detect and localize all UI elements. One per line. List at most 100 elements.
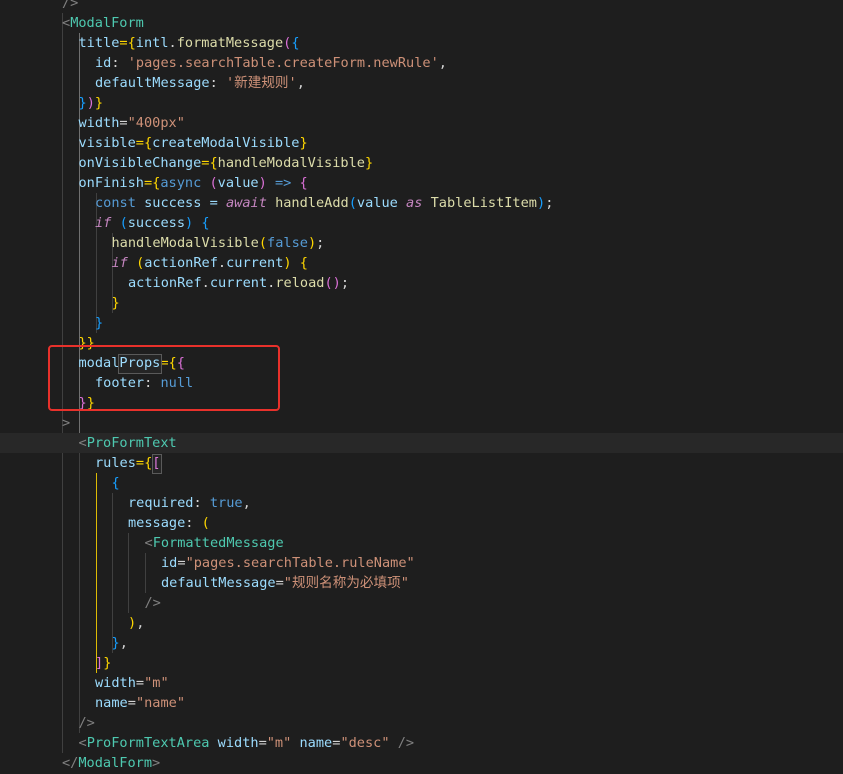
code-token: />: [62, 0, 79, 11]
code-token: }: [364, 155, 374, 171]
code-line[interactable]: ]}: [0, 653, 843, 673]
code-line[interactable]: defaultMessage: '新建规则',: [0, 73, 843, 93]
code-token: ={: [201, 155, 218, 171]
code-token: :: [185, 515, 202, 531]
code-line[interactable]: id="pages.searchTable.ruleName": [0, 553, 843, 573]
code-line[interactable]: width="m": [0, 673, 843, 693]
code-token: false: [267, 235, 308, 251]
code-token: name: [95, 695, 128, 711]
code-line[interactable]: onFinish={async (value) => {: [0, 173, 843, 193]
code-token: as: [406, 195, 423, 211]
code-line[interactable]: <ProFormText: [0, 433, 843, 453]
code-line[interactable]: />: [0, 0, 843, 13]
code-line[interactable]: />: [0, 713, 843, 733]
code-line[interactable]: required: true,: [0, 493, 843, 513]
code-line[interactable]: },: [0, 633, 843, 653]
code-token: ;: [316, 235, 325, 251]
code-token: handleModalVisible: [111, 235, 259, 251]
code-line[interactable]: if (success) {: [0, 213, 843, 233]
code-token: ={: [143, 175, 161, 191]
code-token: }: [78, 95, 87, 111]
code-line[interactable]: actionRef.current.reload();: [0, 273, 843, 293]
code-text: rules={[: [95, 453, 160, 473]
code-line[interactable]: visible={createModalVisible}: [0, 133, 843, 153]
code-token: ,: [242, 495, 251, 511]
code-token: TableListItem: [430, 195, 537, 211]
code-line[interactable]: rules={[: [0, 453, 843, 473]
code-token: .: [217, 255, 227, 271]
code-token: ={: [119, 35, 136, 51]
code-line[interactable]: }: [0, 293, 843, 313]
code-line[interactable]: defaultMessage="规则名称为必填项": [0, 573, 843, 593]
code-text: title={intl.formatMessage({: [79, 33, 300, 53]
code-line[interactable]: handleModalVisible(false);: [0, 233, 843, 253]
code-token: "400px": [127, 115, 185, 131]
code-line[interactable]: id: 'pages.searchTable.createForm.newRul…: [0, 53, 843, 73]
code-token: (: [119, 215, 128, 231]
code-line[interactable]: />: [0, 593, 843, 613]
code-line[interactable]: >: [0, 413, 843, 433]
code-token: onFinish: [78, 175, 144, 191]
code-text: id: 'pages.searchTable.createForm.newRul…: [95, 53, 447, 73]
code-token: id: [95, 55, 112, 71]
code-token: :: [193, 495, 210, 511]
code-token: (: [209, 175, 218, 191]
code-line[interactable]: message: (: [0, 513, 843, 533]
code-line[interactable]: <ProFormTextArea width="m" name="desc" /…: [0, 733, 843, 753]
code-text: ]}: [95, 653, 111, 673]
code-text: }: [112, 293, 120, 313]
code-token: defaultMessage: [161, 575, 276, 591]
code-line[interactable]: width="400px": [0, 113, 843, 133]
code-token: ={: [135, 455, 153, 471]
code-text: />: [145, 593, 161, 613]
code-line[interactable]: <FormattedMessage: [0, 533, 843, 553]
code-text: if (actionRef.current) {: [112, 253, 308, 273]
code-token: "m": [266, 735, 292, 751]
code-token: current: [226, 255, 284, 271]
code-token: "规则名称为必填项": [283, 575, 409, 591]
code-text: },: [112, 633, 128, 653]
code-text: >: [62, 413, 70, 433]
code-line[interactable]: onVisibleChange={handleModalVisible}: [0, 153, 843, 173]
code-token: value: [356, 195, 407, 211]
code-line[interactable]: </ModalForm>: [0, 753, 843, 773]
code-token: .: [168, 35, 177, 51]
code-token: ,: [438, 55, 447, 71]
code-token: width: [217, 735, 259, 751]
code-line[interactable]: title={intl.formatMessage({: [0, 33, 843, 53]
code-token: handleModalVisible: [217, 155, 365, 171]
code-line[interactable]: ),: [0, 613, 843, 633]
code-token: />: [397, 735, 415, 751]
code-token: true: [209, 495, 243, 511]
code-token: ,: [136, 615, 145, 631]
code-line[interactable]: const success = await handleAdd(value as…: [0, 193, 843, 213]
code-editor[interactable]: /> <ModalForm title={intl.formatMessage({i…: [0, 0, 843, 774]
code-token: width: [95, 675, 136, 691]
code-token: (: [258, 235, 268, 251]
code-token: ): [307, 235, 317, 251]
code-line[interactable]: })}: [0, 93, 843, 113]
code-token: ,: [296, 75, 305, 91]
code-line[interactable]: name="name": [0, 693, 843, 713]
code-token: {: [201, 215, 210, 231]
code-token: .: [201, 275, 210, 291]
code-token: name: [299, 735, 333, 751]
code-text: defaultMessage: '新建规则',: [95, 73, 305, 93]
code-line[interactable]: <ModalForm: [0, 13, 843, 33]
code-token: ): [128, 615, 137, 631]
code-token: '新建规则': [225, 75, 297, 91]
code-token: id: [161, 555, 178, 571]
code-line[interactable]: if (actionRef.current) {: [0, 253, 843, 273]
code-text: onFinish={async (value) => {: [79, 173, 308, 193]
code-token: ): [185, 215, 194, 231]
code-line[interactable]: {: [0, 473, 843, 493]
code-token: async: [160, 175, 202, 191]
code-token: ModalForm: [70, 15, 144, 31]
code-token: =: [177, 555, 186, 571]
code-line[interactable]: }: [0, 313, 843, 333]
